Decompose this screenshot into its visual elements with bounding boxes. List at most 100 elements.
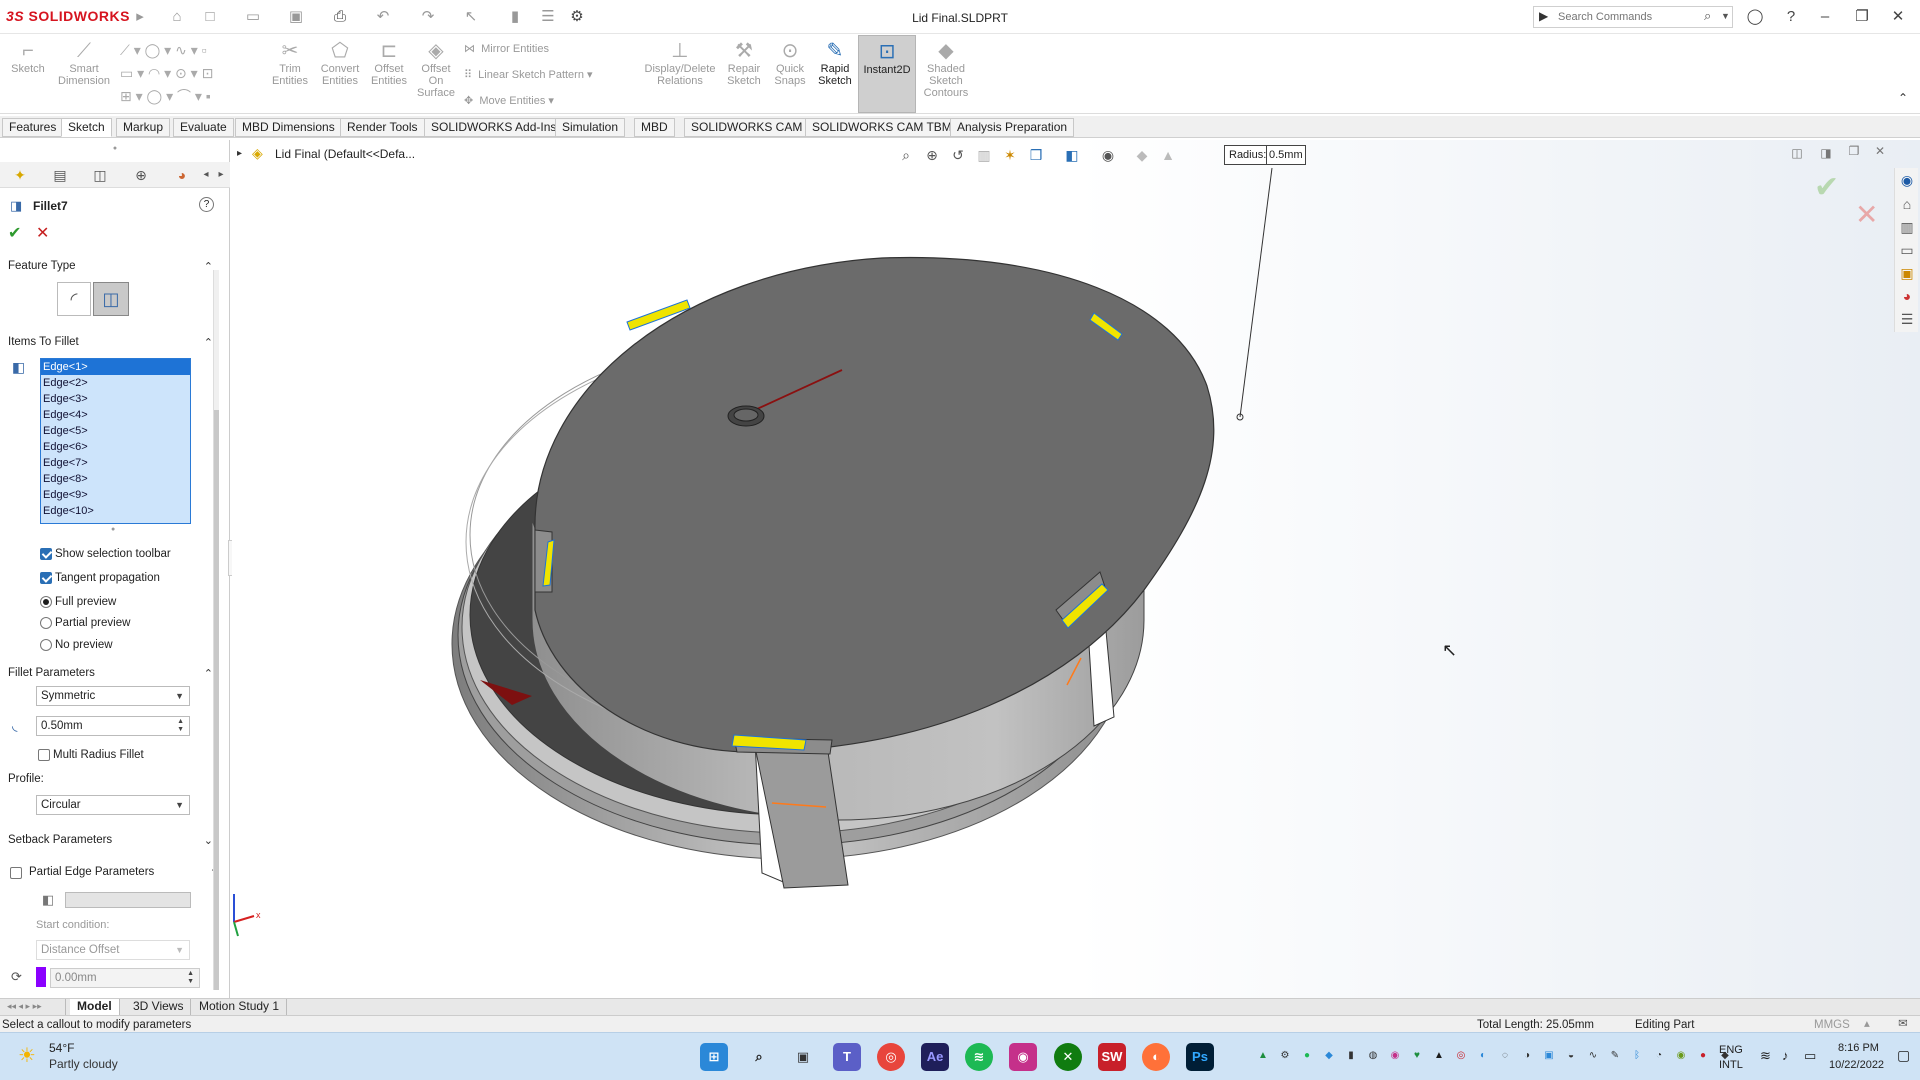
save-icon[interactable]: ▣ [286, 7, 306, 27]
restore-icon[interactable]: ❐ [1851, 7, 1873, 27]
convert-entities-button[interactable]: ⬠ Convert Entities [316, 39, 364, 109]
profile-select[interactable]: Circular ▼ [36, 795, 190, 815]
move-entities-button[interactable]: ✥ Move Entities ▾ [464, 91, 634, 111]
wifi-icon[interactable]: ≋ [1760, 1048, 1771, 1064]
tab-render-tools[interactable]: Render Tools [340, 118, 425, 137]
offset-entities-button[interactable]: ⊏ Offset Entities [366, 39, 412, 109]
chevron-down-icon[interactable]: ▼ [1721, 11, 1730, 21]
solidworks-logo[interactable]: 3S SOLIDWORKS [6, 8, 130, 24]
partial-edge-selection-box[interactable] [65, 892, 191, 908]
tab-mbd-dimensions[interactable]: MBD Dimensions [235, 118, 342, 137]
list-item[interactable]: Edge<3> [41, 391, 190, 407]
list-item[interactable]: Edge<10> [41, 503, 190, 519]
tangent-propagation-checkbox[interactable] [40, 572, 52, 584]
mirror-entities-button[interactable]: ⋈ Mirror Entities [464, 39, 634, 59]
shaded-sketch-contours-button[interactable]: ◆ Shaded Sketch Contours [920, 39, 972, 109]
multi-radius-fillet-checkbox[interactable] [38, 749, 50, 761]
tab-solidworks-cam-tbm[interactable]: SOLIDWORKS CAM TBM [805, 118, 959, 137]
input-language[interactable]: ENG [1719, 1044, 1743, 1056]
print-icon[interactable]: ⎙ [330, 7, 350, 27]
clock-date[interactable]: 10/22/2022 [1829, 1059, 1884, 1071]
partial-edge-parameters-header[interactable]: Partial Edge Parameters⌃ [29, 866, 223, 884]
offset-on-surface-button[interactable]: ◈ Offset On Surface [414, 39, 458, 109]
rebuild-icon[interactable]: ▮ [505, 7, 525, 27]
instant2d-button[interactable]: ⊡ Instant2D [858, 35, 916, 113]
search-icon[interactable]: ⌕ [745, 1043, 773, 1071]
battery-icon[interactable]: ▭ [1804, 1048, 1816, 1064]
chrome-icon[interactable]: ◎ [877, 1043, 905, 1071]
spotify-tray-icon[interactable]: ● [1300, 1049, 1314, 1063]
list-item[interactable]: Edge<5> [41, 423, 190, 439]
file-properties-icon[interactable]: ☰ [538, 7, 558, 27]
lid-model[interactable] [232, 140, 1920, 998]
minimize-icon[interactable]: – [1814, 7, 1836, 27]
tab-solidworks-addins[interactable]: SOLIDWORKS Add-Ins [424, 118, 564, 137]
list-item[interactable]: Edge<7> [41, 455, 190, 471]
tab-analysis-preparation[interactable]: Analysis Preparation [950, 118, 1075, 137]
dimxpert-tab-icon[interactable]: ⊕ [131, 166, 151, 184]
task-view-icon[interactable]: ▣ [789, 1043, 817, 1071]
undo-icon[interactable]: ↶ [373, 7, 393, 27]
tray-app-icon[interactable]: ⚙ [1278, 1049, 1292, 1063]
tray-app-icon[interactable]: ◒ [1564, 1049, 1578, 1063]
weather-icon[interactable]: ☀ [18, 1043, 36, 1068]
close-icon[interactable]: ✕ [1887, 7, 1909, 27]
list-item[interactable]: Edge<9> [41, 487, 190, 503]
tray-app-icon[interactable]: ◌ [1498, 1049, 1512, 1063]
tab-mbd[interactable]: MBD [634, 118, 675, 137]
tray-app-icon[interactable]: ▮ [1344, 1049, 1358, 1063]
tray-app-icon[interactable]: ◔ [1652, 1049, 1666, 1063]
tray-app-icon[interactable]: ◉ [1388, 1049, 1402, 1063]
full-preview-radio[interactable] [40, 596, 52, 608]
tray-app-icon[interactable]: ∿ [1586, 1049, 1600, 1063]
items-to-fillet-list[interactable]: Edge<1> Edge<2> Edge<3> Edge<4> Edge<5> … [40, 358, 191, 524]
help-icon[interactable]: ? [199, 197, 214, 212]
tray-app-icon[interactable]: ● [1696, 1049, 1710, 1063]
spin-icon[interactable]: ▲ ▼ [177, 718, 184, 734]
tab-scroll-icon[interactable]: ◂◂ ◂ ▸ ▸▸ [0, 999, 66, 1015]
ok-check-icon[interactable]: ✔ [8, 223, 21, 243]
list-item[interactable]: Edge<2> [41, 375, 190, 391]
rapid-sketch-button[interactable]: ✎ Rapid Sketch [814, 39, 856, 109]
tab-simulation[interactable]: Simulation [555, 118, 626, 137]
graphics-area[interactable]: ▸ ◈ Lid Final (Default<<Defa... ⌕ ⊕ ↺ ▥ … [232, 140, 1920, 998]
sketch-button[interactable]: ⌐ Sketch [6, 39, 50, 109]
fillet-parameters-header[interactable]: Fillet Parameters ⌃ [8, 667, 223, 685]
spin-icon[interactable]: ▲ ▼ [187, 970, 194, 986]
start-icon[interactable]: ⊞ [700, 1043, 728, 1071]
menu-expand-icon[interactable]: ▸ [130, 7, 150, 27]
items-to-fillet-header[interactable]: Items To Fillet ⌃ [8, 336, 223, 354]
search-input[interactable] [1558, 9, 1708, 25]
messages-icon[interactable]: ✉ [1898, 1016, 1908, 1032]
tray-app-icon[interactable]: ▣ [1542, 1049, 1556, 1063]
feature-type-header[interactable]: Feature Type ⌃ [8, 260, 223, 278]
redo-icon[interactable]: ↷ [418, 7, 438, 27]
photoshop-icon[interactable]: Ps [1186, 1043, 1214, 1071]
trim-entities-button[interactable]: ✂ Trim Entities [268, 39, 312, 109]
volume-icon[interactable]: ♪ [1782, 1048, 1789, 1063]
panel-grip[interactable]: ● [0, 145, 230, 152]
linear-sketch-pattern-button[interactable]: ⠿ Linear Sketch Pattern ▾ [464, 65, 634, 85]
display-manager-tab-icon[interactable]: ◕ [172, 166, 192, 184]
bluetooth-icon[interactable]: ᛒ [1630, 1049, 1644, 1063]
configuration-manager-tab-icon[interactable]: ◫ [90, 166, 110, 184]
media-app-icon[interactable]: ◉ [1009, 1043, 1037, 1071]
tray-app-icon[interactable]: ♥ [1410, 1049, 1424, 1063]
tab-motion-study[interactable]: Motion Study 1 [192, 999, 288, 1015]
tray-app-icon[interactable]: ◆ [1322, 1049, 1336, 1063]
tab-sketch[interactable]: Sketch [61, 118, 112, 137]
after-effects-icon[interactable]: Ae [921, 1043, 949, 1071]
nvidia-icon[interactable]: ▲ [1432, 1049, 1446, 1063]
offset-value-input[interactable]: 0.00mm ▲ ▼ [50, 968, 200, 988]
options-gear-icon[interactable]: ⚙ [567, 7, 587, 27]
no-preview-radio[interactable] [40, 639, 52, 651]
search-icon[interactable]: ⌕ [1704, 8, 1711, 24]
chevron-right-icon[interactable]: ▸ [211, 166, 231, 184]
feature-manager-tab-icon[interactable]: ✦ [10, 166, 30, 184]
list-resize-grip[interactable]: ● [111, 526, 115, 533]
tray-app-icon[interactable]: ◐ [1476, 1049, 1490, 1063]
unit-system[interactable]: MMGS [1814, 1017, 1850, 1033]
tray-app-icon[interactable]: ◍ [1366, 1049, 1380, 1063]
input-layout[interactable]: INTL [1719, 1059, 1743, 1071]
radius-input[interactable]: 0.50mm ▲ ▼ [36, 716, 190, 736]
